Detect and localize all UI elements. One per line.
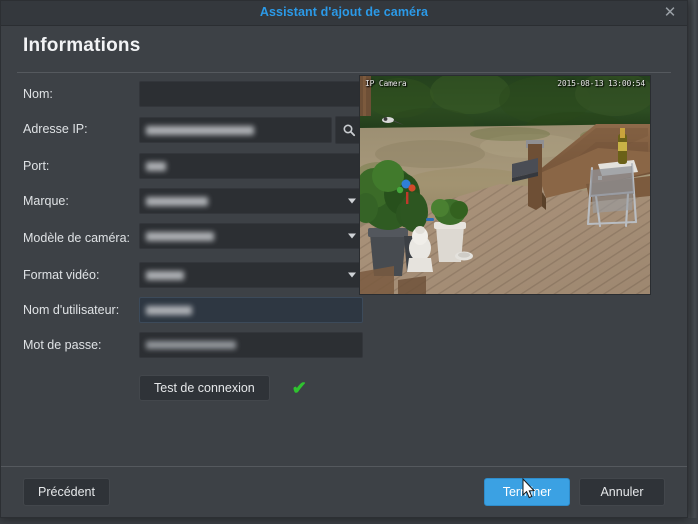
- footer-left-buttons: Précédent: [23, 478, 110, 506]
- form-row-brand: Marque:: [23, 188, 363, 214]
- dialog-title: Assistant d'ajout de caméra: [259, 5, 429, 19]
- dialog-header: Informations: [1, 26, 687, 65]
- form-row-port: Port:: [23, 153, 363, 179]
- parent-window-bottom-edge: [0, 518, 698, 524]
- label-name: Nom:: [23, 87, 53, 101]
- parent-window-right-edge: [690, 0, 698, 524]
- label-password: Mot de passe:: [23, 338, 102, 352]
- previous-button[interactable]: Précédent: [23, 478, 110, 506]
- label-username: Nom d'utilisateur:: [23, 303, 120, 317]
- camera-settings-form: Nom: Adresse IP: Port: Marque: Modèle de…: [23, 81, 363, 401]
- check-icon: ✔: [291, 378, 307, 398]
- form-row-video-format: Format vidéo:: [23, 262, 363, 288]
- chevron-down-icon: [348, 233, 356, 239]
- page-title: Informations: [23, 35, 141, 56]
- port-input[interactable]: [139, 153, 363, 179]
- username-value-redacted: [146, 305, 192, 315]
- video-format-value-redacted: [146, 270, 184, 280]
- form-row-ip-address: Adresse IP:: [23, 116, 363, 144]
- finish-button[interactable]: Terminer: [484, 478, 570, 506]
- form-row-username: Nom d'utilisateur:: [23, 297, 363, 323]
- ip-address-value-redacted: [146, 125, 254, 135]
- dialog-titlebar: Assistant d'ajout de caméra ✕: [1, 1, 687, 26]
- label-brand: Marque:: [23, 194, 69, 208]
- ip-address-input[interactable]: [139, 117, 332, 143]
- brand-select[interactable]: [139, 188, 363, 214]
- preview-camera-name: IP Camera: [365, 79, 407, 88]
- close-icon[interactable]: ✕: [659, 3, 681, 23]
- camera-model-value-redacted: [146, 231, 214, 241]
- video-format-select[interactable]: [139, 262, 363, 288]
- password-value-redacted: [146, 341, 236, 349]
- camera-preview[interactable]: IP Camera 2015-08-13 13:00:54: [359, 75, 651, 295]
- chevron-down-icon: [348, 272, 356, 278]
- test-connection-button[interactable]: Test de connexion: [139, 375, 270, 401]
- form-row-camera-model: Modèle de caméra:: [23, 223, 363, 253]
- name-input[interactable]: [139, 81, 363, 107]
- password-input[interactable]: [139, 332, 363, 358]
- camera-preview-scene: [360, 76, 650, 294]
- label-port: Port:: [23, 159, 50, 173]
- brand-value-redacted: [146, 196, 208, 206]
- footer-right-buttons: Terminer Annuler: [484, 478, 665, 506]
- camera-model-select[interactable]: [139, 223, 363, 249]
- label-video-format: Format vidéo:: [23, 268, 100, 282]
- form-row-name: Nom:: [23, 81, 363, 107]
- preview-timestamp: 2015-08-13 13:00:54: [557, 79, 645, 88]
- port-value-redacted: [146, 161, 166, 171]
- dialog-body: Nom: Adresse IP: Port: Marque: Modèle de…: [1, 73, 687, 499]
- label-camera-model: Modèle de caméra:: [23, 231, 131, 245]
- username-input[interactable]: [139, 297, 363, 323]
- form-row-password: Mot de passe:: [23, 332, 363, 358]
- cancel-button[interactable]: Annuler: [579, 478, 665, 506]
- chevron-down-icon: [348, 198, 356, 204]
- connection-test-row: Test de connexion ✔: [139, 375, 363, 401]
- add-camera-wizard-dialog: Assistant d'ajout de caméra ✕ Informatio…: [0, 0, 688, 518]
- label-ip-address: Adresse IP:: [23, 122, 88, 136]
- dialog-footer: Précédent Terminer Annuler: [1, 466, 687, 517]
